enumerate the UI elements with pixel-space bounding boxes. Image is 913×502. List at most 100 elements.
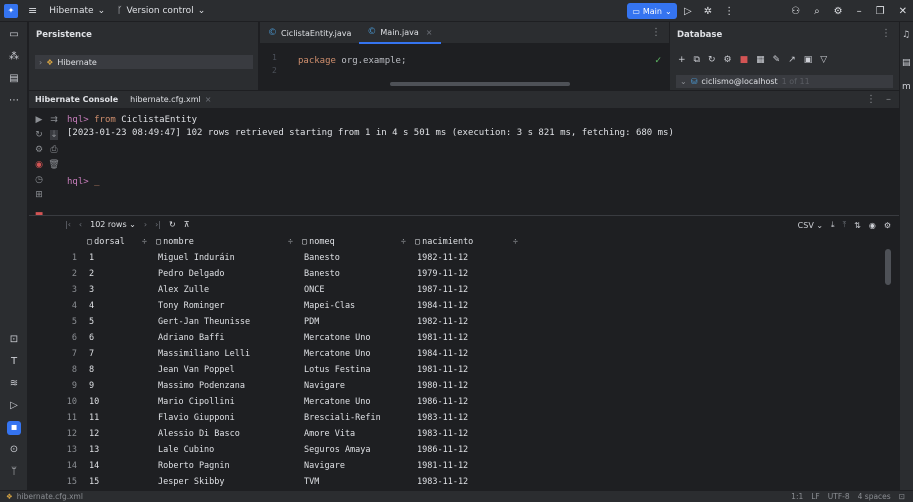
cell-nacimiento[interactable]: 1980-11-12 xyxy=(411,378,523,394)
cell-nombre[interactable]: Alex Zulle xyxy=(152,282,298,298)
run-config-selector[interactable]: ▭ Main ⌄ xyxy=(627,3,677,19)
cell-dorsal[interactable]: 13 xyxy=(83,442,152,458)
close-tab-icon[interactable]: × xyxy=(205,95,212,104)
layers-icon[interactable]: ≋ xyxy=(7,377,21,391)
cell-nomeq[interactable]: Mercatone Uno xyxy=(298,330,411,346)
print-icon[interactable]: ⎙ xyxy=(50,145,57,155)
copy-icon[interactable]: ⧉ xyxy=(694,55,700,65)
more-tools-icon[interactable]: ⋯ xyxy=(7,94,21,108)
close-tab-icon[interactable]: × xyxy=(426,28,433,37)
cell-dorsal[interactable]: 3 xyxy=(83,282,152,298)
terminal-icon[interactable]: ⊡ xyxy=(7,333,21,347)
cell-nombre[interactable]: Roberto Pagnin xyxy=(152,458,298,474)
file-encoding[interactable]: UTF-8 xyxy=(828,492,850,501)
cell-nacimiento[interactable]: 1984-11-12 xyxy=(411,298,523,314)
cell-dorsal[interactable]: 14 xyxy=(83,458,152,474)
cell-nombre[interactable]: Tony Rominger xyxy=(152,298,298,314)
refresh-icon[interactable]: ↻ xyxy=(708,55,716,65)
sort-icon[interactable]: ÷ xyxy=(288,237,293,247)
stop-icon[interactable]: ■ xyxy=(740,55,749,65)
table-row[interactable]: 5 5 Gert-Jan Theunisse PDM 1982-11-12 xyxy=(53,314,523,330)
cell-nacimiento[interactable]: 1983-11-12 xyxy=(411,410,523,426)
cell-nacimiento[interactable]: 1981-11-12 xyxy=(411,458,523,474)
problems-icon[interactable]: ⊙ xyxy=(7,443,21,457)
table-row[interactable]: 14 14 Roberto Pagnin Navigare 1981-11-12 xyxy=(53,458,523,474)
cell-nacimiento[interactable]: 1981-11-12 xyxy=(411,362,523,378)
cell-nacimiento[interactable]: 1983-11-12 xyxy=(411,426,523,442)
chevron-right-icon[interactable]: › xyxy=(39,58,42,67)
table-row[interactable]: 11 11 Flavio Giupponi Bresciali-Refin 1983-1… xyxy=(53,410,523,426)
cell-dorsal[interactable]: 11 xyxy=(83,410,152,426)
tab-ciclista-entity[interactable]: © CiclistaEntity.java xyxy=(260,22,359,44)
download-icon[interactable]: ⤓ xyxy=(831,220,835,230)
folder-icon[interactable]: ▭ xyxy=(7,28,21,42)
vcs-selector[interactable]: ᚴ Version control ⌄ xyxy=(117,6,205,16)
more-icon[interactable]: ⋮ xyxy=(866,94,876,105)
add-user-icon[interactable]: ⚇ xyxy=(791,6,800,17)
table-row[interactable]: 1 1 Miguel Induráin Banesto 1982-11-12 xyxy=(53,250,523,266)
column-header-dorsal[interactable]: ▢ dorsal ÷ xyxy=(83,235,152,249)
pin-icon[interactable]: ⊼ xyxy=(184,220,190,229)
wrap-icon[interactable]: ⇉ xyxy=(50,115,58,125)
query-input[interactable]: hql> _ xyxy=(67,177,100,187)
table-row[interactable]: 6 6 Adriano Baffi Mercatone Uno 1981-11-12 xyxy=(53,330,523,346)
maven-icon[interactable]: m xyxy=(902,82,911,92)
line-separator[interactable]: LF xyxy=(811,492,820,501)
cell-nomeq[interactable]: PDM xyxy=(298,314,411,330)
cell-nomeq[interactable]: Navigare xyxy=(298,378,411,394)
cell-nombre[interactable]: Adriano Baffi xyxy=(152,330,298,346)
refresh-icon[interactable]: ↻ xyxy=(169,220,176,229)
horizontal-scrollbar[interactable] xyxy=(390,82,570,86)
cell-dorsal[interactable]: 8 xyxy=(83,362,152,378)
next-page-icon[interactable]: › xyxy=(144,220,147,229)
history-icon[interactable]: ◷ xyxy=(35,175,43,185)
git-icon[interactable]: ᛘ xyxy=(7,465,21,479)
minimize-panel-icon[interactable]: – xyxy=(886,94,891,105)
cell-nomeq[interactable]: TVM xyxy=(298,474,411,490)
table-row[interactable]: 4 4 Tony Rominger Mapei-Clas 1984-11-12 xyxy=(53,298,523,314)
last-page-icon[interactable]: ›| xyxy=(155,220,161,229)
table-row[interactable]: 13 13 Lale Cubino Seguros Amaya 1986-11-12 xyxy=(53,442,523,458)
tab-main[interactable]: © Main.java × xyxy=(359,22,441,44)
layout-icon[interactable]: ⊞ xyxy=(35,190,43,200)
cell-nomeq[interactable]: Lotus Festina xyxy=(298,362,411,378)
cell-nomeq[interactable]: Banesto xyxy=(298,250,411,266)
upload-icon[interactable]: ⤒ xyxy=(843,220,847,230)
debug-icon[interactable]: ✲ xyxy=(704,6,712,17)
cell-nacimiento[interactable]: 1982-11-12 xyxy=(411,314,523,330)
edit-icon[interactable]: ✎ xyxy=(773,55,781,65)
sort-icon[interactable]: ÷ xyxy=(513,237,518,247)
table-row[interactable]: 7 7 Massimiliano Lelli Mercatone Uno 1984-11… xyxy=(53,346,523,362)
table-row[interactable]: 9 9 Massimo Podenzana Navigare 1980-11-12 xyxy=(53,378,523,394)
structure-icon[interactable]: ⁂ xyxy=(7,50,21,64)
cell-nombre[interactable]: Miguel Induráin xyxy=(152,250,298,266)
cell-nomeq[interactable]: Banesto xyxy=(298,266,411,282)
export-format-selector[interactable]: CSV ⌄ xyxy=(798,221,823,230)
rows-count-selector[interactable]: 102 rows ⌄ xyxy=(90,220,136,229)
more-icon[interactable]: ⋮ xyxy=(881,28,891,39)
sort-icon[interactable]: ÷ xyxy=(401,237,406,247)
cell-nomeq[interactable]: Seguros Amaya xyxy=(298,442,411,458)
cell-dorsal[interactable]: 12 xyxy=(83,426,152,442)
restore-icon[interactable]: ❐ xyxy=(876,6,885,17)
cell-dorsal[interactable]: 1 xyxy=(83,250,152,266)
cell-dorsal[interactable]: 10 xyxy=(83,394,152,410)
persistence-icon[interactable]: ▤ xyxy=(7,72,21,86)
text-icon[interactable]: T xyxy=(7,355,21,369)
view-icon[interactable]: ◉ xyxy=(869,221,876,230)
cell-nacimiento[interactable]: 1986-11-12 xyxy=(411,394,523,410)
cell-nomeq[interactable]: Bresciali-Refin xyxy=(298,410,411,426)
cell-nacimiento[interactable]: 1986-11-12 xyxy=(411,442,523,458)
chevron-down-icon[interactable]: ⌄ xyxy=(680,77,687,86)
tree-item-hibernate[interactable]: › ❖ Hibernate xyxy=(35,55,253,69)
main-menu-icon[interactable]: ≡ xyxy=(28,4,37,17)
compare-icon[interactable]: ⇅ xyxy=(854,221,861,230)
cell-dorsal[interactable]: 4 xyxy=(83,298,152,314)
tab-hibernate-cfg[interactable]: hibernate.cfg.xml × xyxy=(124,91,217,109)
run-icon[interactable]: ▷ xyxy=(684,6,692,17)
table-row[interactable]: 15 15 Jesper Skibby TVM 1983-11-12 xyxy=(53,474,523,490)
query-line[interactable]: hql> from CiclistaEntity xyxy=(67,115,197,125)
gear-icon[interactable]: ⚙ xyxy=(834,6,843,17)
cell-dorsal[interactable]: 15 xyxy=(83,474,152,490)
more-actions-icon[interactable]: ⋮ xyxy=(724,6,734,17)
